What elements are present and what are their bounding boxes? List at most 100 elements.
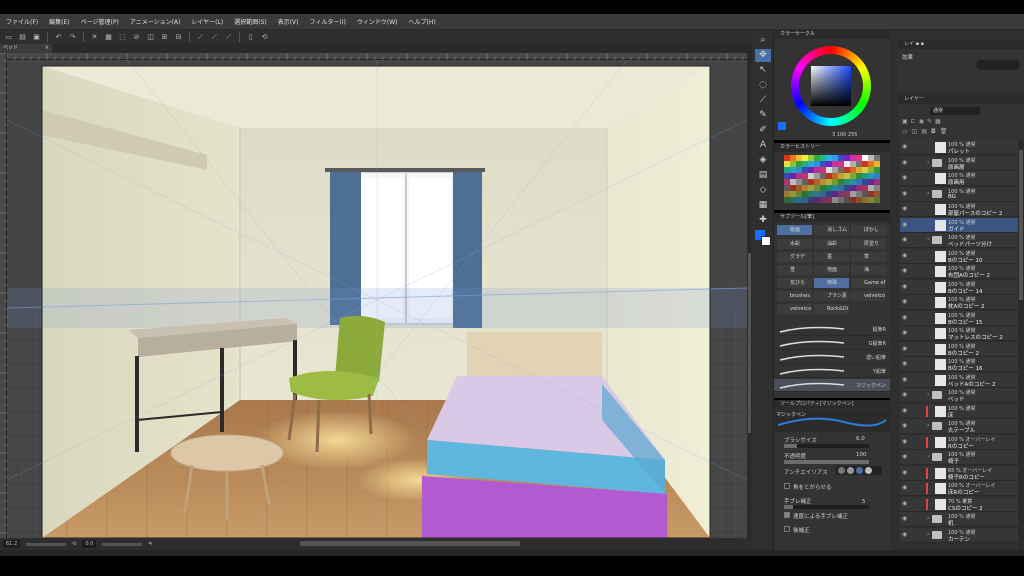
layer-folder[interactable]: ◉ › 100 % 通常 カーテン (900, 527, 1018, 543)
new-file-icon[interactable]: ▭ (3, 32, 14, 42)
menu-item[interactable]: ページ管理(P) (81, 17, 119, 26)
effect-toggles[interactable] (976, 60, 1020, 70)
redo-icon[interactable]: ↷ (67, 32, 78, 42)
scroll-thumb[interactable] (748, 253, 751, 433)
document-tab[interactable]: ベッド × (0, 44, 52, 53)
layer-row[interactable]: ◉ 100 % オーバーレイ 床Rのコピー (900, 481, 1018, 496)
subtool-group[interactable]: 厚塗り (851, 239, 886, 249)
menu-item[interactable]: ウィンドウ(W) (357, 17, 398, 26)
visibility-eye-icon[interactable]: ◉ (902, 144, 908, 150)
layer-row[interactable]: ◉ 100 % 通常 Bのコピー 16 (900, 357, 1018, 372)
rotate-icon[interactable]: ⟲ (72, 541, 76, 547)
stabilize-slider[interactable] (784, 505, 869, 509)
folder-expand-icon[interactable]: › (927, 515, 929, 522)
fill-tool-icon[interactable]: ◈ (755, 154, 771, 167)
corner-checkbox-row[interactable]: 角をとがらせる (784, 483, 831, 491)
layer-row[interactable]: ◉ 100 % 通常 マットレスのコピー 2 (900, 326, 1018, 341)
menu-item[interactable]: 選択範囲(S) (234, 17, 267, 26)
palette-icon[interactable]: ▦ (935, 118, 941, 126)
subtool-group[interactable]: Game ef (851, 278, 886, 288)
fill-icon[interactable]: ▦ (103, 32, 114, 42)
subtool-tab[interactable]: 消しゴム (814, 225, 849, 235)
subtool-group[interactable]: 墨 (814, 252, 849, 262)
layer-row[interactable]: ◉ 100 % 通常 部屋パースのコピー 2 (900, 202, 1018, 217)
visibility-eye-icon[interactable]: ◉ (902, 190, 908, 197)
visibility-eye-icon[interactable]: ◉ (902, 330, 908, 336)
layer-folder[interactable]: ◉ › 100 % 通常机 (900, 512, 1018, 527)
menu-item[interactable]: ファイル(F) (6, 17, 38, 26)
visibility-eye-icon[interactable]: ◉ (902, 485, 908, 491)
brush-item[interactable]: 鉛筆R (774, 323, 890, 336)
layer-scroll-thumb[interactable] (1019, 150, 1023, 300)
subtool-group[interactable]: velvetco (851, 291, 886, 301)
gradient-tool-icon[interactable]: ▤ (755, 169, 771, 182)
subtool-tab[interactable]: ぼかし (851, 225, 886, 235)
post-correct-row[interactable]: 後補正 (784, 526, 810, 534)
subtool-group[interactable]: 水彩 (777, 239, 812, 249)
stabilize-value[interactable]: 5 (862, 499, 866, 505)
folder-expand-icon[interactable]: › (927, 159, 929, 166)
blend-mode-select[interactable]: 通常 (930, 107, 980, 115)
layer-folder[interactable]: ◉ › 100 % 通常 BG (900, 186, 1018, 202)
layer-folder[interactable]: ◉ › 100 % 通常 ベッドパーツ分け (900, 233, 1018, 248)
canvas-horizontal-scrollbar[interactable] (300, 541, 520, 546)
layer-row[interactable]: ◉ 100 % 通常 Bのコピー 15 (900, 310, 1018, 326)
visibility-eye-icon[interactable]: ◉ (902, 283, 908, 290)
brush-item[interactable]: 濃い鉛筆 (774, 351, 890, 364)
new-vector-icon[interactable]: ◫ (912, 128, 918, 137)
layer-row[interactable]: ◉ 100 % 通常 Bのコピー 2 (900, 341, 1018, 357)
layer-row[interactable]: ◉ 100 % 通常 ガイド (900, 217, 1018, 233)
visibility-eye-icon[interactable]: ◉ (902, 500, 908, 507)
visibility-eye-icon[interactable]: ◉ (902, 516, 908, 522)
subtool-group[interactable]: 海 (851, 265, 886, 275)
layer-row[interactable]: ◉ 100 % 通常 パレット (900, 140, 1018, 155)
lock-icon[interactable]: ▣ (902, 118, 908, 126)
color-swatch[interactable] (874, 197, 880, 203)
room-illustration[interactable] (7, 60, 747, 538)
layer-row[interactable]: ◉ 100 % 通常 布団Aのコピー 2 (900, 264, 1018, 279)
new-layer-icon[interactable]: ▭ (902, 128, 908, 137)
operation-tool-icon[interactable]: ↖ (755, 64, 771, 77)
visibility-eye-icon[interactable]: ◉ (902, 252, 908, 259)
menu-item[interactable]: 編集(E) (49, 17, 69, 26)
new-folder-icon[interactable]: ▤ (921, 128, 927, 137)
folder-expand-icon[interactable]: › (927, 190, 929, 197)
zoom-value[interactable]: 61.2 (3, 540, 21, 548)
menu-item[interactable]: レイヤー(L) (191, 17, 223, 26)
subtool-group[interactable]: 地面 (814, 265, 849, 275)
lasso-tool-icon[interactable]: ◌ (755, 79, 771, 92)
angle-slider[interactable] (102, 542, 143, 546)
visibility-eye-icon[interactable]: ◉ (902, 206, 908, 212)
invert-icon[interactable]: ◫ (145, 32, 156, 42)
save-icon[interactable]: ▣ (31, 32, 42, 42)
main-color-swatch-small[interactable] (778, 122, 788, 132)
delete-layer-icon[interactable]: 🗑 (940, 128, 948, 137)
layer-row[interactable]: ◉ 100 % オーバーレイ Rのコピー (900, 434, 1018, 450)
subtool-group[interactable]: グラデ (777, 252, 812, 262)
opacity-slider[interactable] (784, 460, 869, 464)
ruler-tool-icon[interactable]: ✚ (755, 214, 771, 227)
visibility-eye-icon[interactable]: ◉ (902, 314, 908, 321)
shrink-icon[interactable]: ⊟ (173, 32, 184, 42)
folder-expand-icon[interactable]: › (927, 236, 929, 243)
visibility-eye-icon[interactable]: ◉ (902, 392, 908, 398)
snap-ruler-icon[interactable]: ⟋ (195, 32, 206, 42)
layer-row[interactable]: ◉ 100 % 通常 ベッドAのコピー 2 (900, 372, 1018, 388)
folder-expand-icon[interactable]: › (927, 531, 929, 538)
layer-row[interactable]: ◉ 100 % 通常 枕Aのコピー 2 (900, 295, 1018, 310)
layer-row[interactable]: ◉ 100 % 通常 原画用 (900, 171, 1018, 186)
flip-icon[interactable]: ⇋ (148, 541, 152, 547)
brush-item[interactable]: マジックペン (774, 379, 890, 392)
snap-special-icon[interactable]: ⟋ (209, 32, 220, 42)
layer-row[interactable]: ◉ 100 % 通常 Bのコピー 10 (900, 248, 1018, 264)
pen-tool-icon[interactable]: ✎ (755, 109, 771, 122)
visibility-eye-icon[interactable]: ◉ (902, 407, 908, 414)
subtool-group[interactable]: Rock&Di (814, 304, 849, 314)
open-file-icon[interactable]: ▤ (17, 32, 28, 42)
figure-tool-icon[interactable]: ◇ (755, 184, 771, 197)
visibility-eye-icon[interactable]: ◉ (902, 531, 908, 538)
device-icon[interactable]: ▯ (245, 32, 256, 42)
folder-expand-icon[interactable]: › (927, 453, 929, 460)
brush-size-slider[interactable] (784, 444, 869, 448)
frame-tool-icon[interactable]: ▦ (755, 199, 771, 212)
